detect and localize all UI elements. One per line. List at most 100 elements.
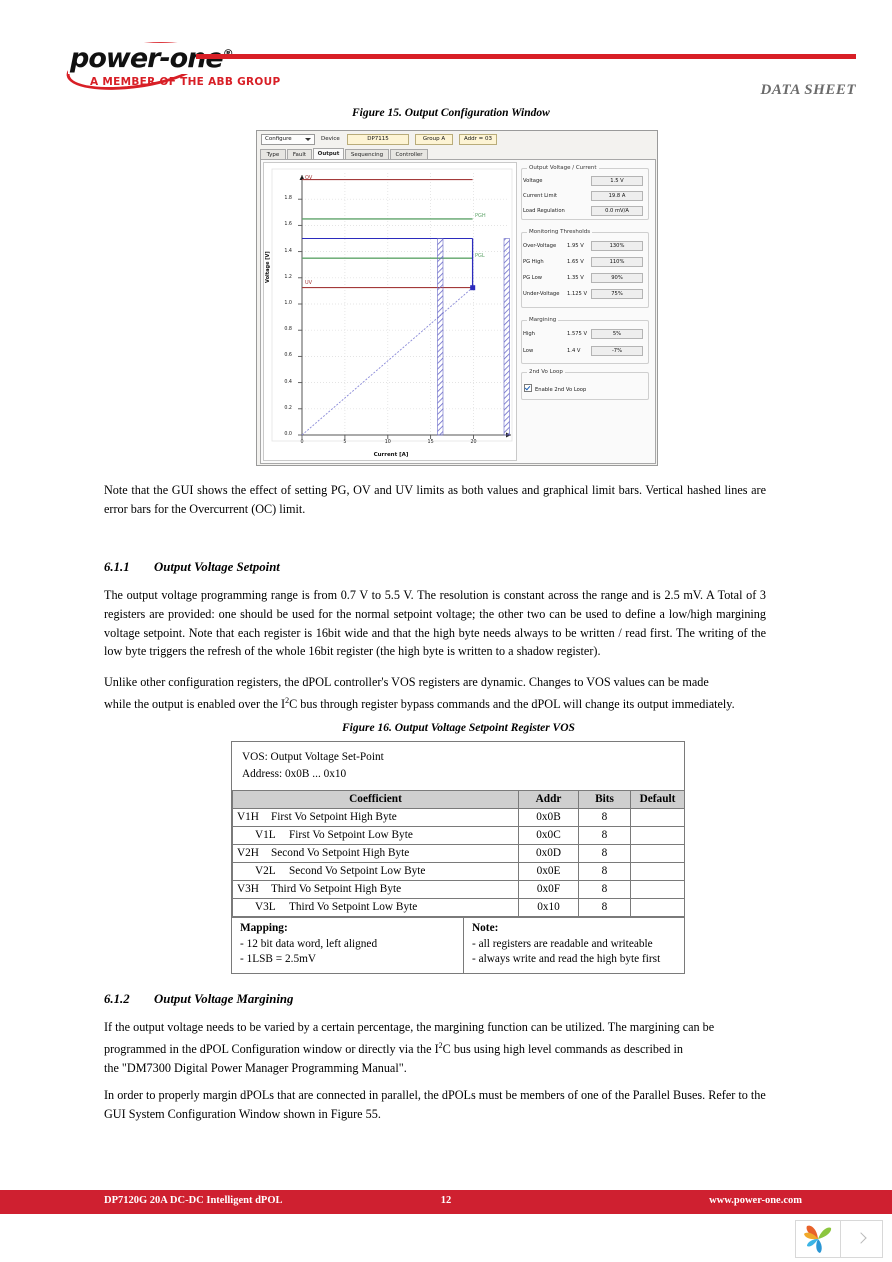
y-axis-label: Voltage [V] [265, 251, 271, 283]
note-line-2: - always write and read the high byte fi… [472, 953, 661, 965]
device-value-field[interactable]: DP7115 [347, 134, 409, 145]
x-tick-10: 10 [384, 440, 391, 445]
row-desc-v3h: Third Vo Setpoint High Byte [271, 883, 402, 895]
configure-mode-select[interactable]: Configure [261, 134, 315, 145]
footer-website-link[interactable]: www.power-one.com [709, 1195, 802, 1206]
row-bits-v3l: 8 [578, 898, 631, 917]
row-code-v3l: V3L [255, 901, 276, 913]
note-title: Note: [472, 922, 499, 934]
note-line-1: - all registers are readable and writeab… [472, 937, 653, 950]
gui-output-tab-panel: 0.0 0.2 0.4 0.6 0.8 1.0 1.2 1.4 1.6 1.8 … [260, 159, 656, 464]
group-title-monitoring-thresholds: Monitoring Thresholds [527, 229, 593, 235]
corner-badge[interactable] [795, 1220, 883, 1258]
header-divider-rule [196, 54, 856, 59]
section-heading-611: 6.1.1 Output Voltage Setpoint [104, 560, 280, 575]
row-addr-v1h: 0x0B [518, 808, 579, 827]
row-code-v2l: V2L [255, 865, 276, 877]
register-table-title: VOS: Output Voltage Set-Point [242, 751, 384, 763]
row-code-v2h: V2H [237, 847, 259, 859]
configure-mode-value: Configure [265, 136, 292, 142]
output-configuration-window: Configure Device DP7115 Group A Addr = 0… [256, 130, 658, 466]
label-pg-low: PG Low [523, 275, 543, 281]
y-tick-6: 1.2 [284, 274, 292, 280]
label-margin-high: High [523, 331, 535, 337]
paragraph-611-b: Unlike other configuration registers, th… [104, 673, 766, 714]
address-value-field[interactable]: Addr = 03 [459, 134, 497, 145]
register-table-header: VOS: Output Voltage Set-Point Address: 0… [232, 742, 684, 790]
x-axis-label: Current [A] [373, 452, 409, 458]
row-voltage: Voltage 1.5 V [523, 176, 643, 187]
row-pg-high: PG High 1.65 V 110% [523, 257, 643, 268]
volts-under-voltage: 1.125 V [567, 291, 588, 297]
row-addr-v2h: 0x0D [518, 844, 579, 863]
value-load-regulation[interactable]: 0.0 mV/A [591, 206, 643, 216]
paragraph-611-b-line1: Unlike other configuration registers, th… [104, 675, 709, 689]
mapping-title: Mapping: [240, 922, 288, 934]
label-margin-low: Low [523, 348, 534, 354]
group-title-second-vo-loop: 2nd Vo Loop [527, 369, 565, 375]
section-number-611: 6.1.1 [104, 560, 130, 574]
label-over-voltage: Over-Voltage [523, 243, 557, 249]
row-addr-v2l: 0x0E [518, 862, 579, 881]
row-bits-v1h: 8 [578, 808, 631, 827]
pinwheel-svg [804, 1225, 832, 1253]
label-current-limit: Current Limit [523, 193, 557, 199]
annotation-uv: UV [305, 280, 313, 286]
row-addr-v3h: 0x0F [518, 880, 579, 899]
value-over-voltage[interactable]: 130% [591, 241, 643, 251]
row-code-v1h: V1H [237, 811, 259, 823]
value-pg-high[interactable]: 110% [591, 257, 643, 267]
x-tick-0: 0 [300, 440, 304, 445]
paragraph-611-b-line2a: while the output is enabled over the I [104, 696, 286, 711]
table-row: V1H First Vo Setpoint High Byte 0x0B 8 [232, 808, 685, 827]
device-label: Device [321, 136, 340, 142]
y-tick-8: 1.6 [284, 222, 292, 228]
x-tick-15: 15 [427, 440, 434, 445]
paragraph-611-a: The output voltage programming range is … [104, 588, 766, 659]
value-voltage[interactable]: 1.5 V [591, 176, 643, 186]
row-addr-v1l: 0x0C [518, 826, 579, 845]
value-margin-high[interactable]: 5% [591, 329, 643, 339]
x-tick-5: 5 [343, 440, 347, 445]
row-code-v1l: V1L [255, 829, 276, 841]
next-page-arrow-button[interactable] [841, 1221, 882, 1257]
value-margin-low[interactable]: -7% [591, 346, 643, 356]
volts-margin-high: 1.575 V [567, 331, 588, 337]
paragraph-612-a: If the output voltage needs to be varied… [104, 1018, 766, 1077]
col-default: Default [630, 790, 685, 809]
section-number-612: 6.1.2 [104, 992, 130, 1006]
chevron-down-icon [305, 138, 311, 141]
y-tick-2: 0.4 [284, 379, 292, 385]
label-under-voltage: Under-Voltage [523, 291, 560, 297]
value-pg-low[interactable]: 90% [591, 273, 643, 283]
y-tick-7: 1.4 [284, 248, 292, 254]
volts-over-voltage: 1.95 V [567, 243, 584, 249]
mapping-line-2: - 1LSB = 2.5mV [240, 953, 317, 965]
gui-toolbar: Configure Device DP7115 Group A Addr = 0… [259, 133, 657, 147]
register-table-address: Address: 0x0B ... 0x10 [242, 767, 347, 780]
row-margin-high: High 1.575 V 5% [523, 329, 643, 340]
paragraph-612-a-line2a: programmed in the dPOL Configuration win… [104, 1041, 439, 1056]
paragraph-612-b: In order to properly margin dPOLs that a… [104, 1088, 766, 1121]
value-current-limit[interactable]: 19.8 A [591, 191, 643, 201]
checkbox-checked-icon [524, 384, 532, 392]
figure15-caption: Figure 15. Output Configuration Window [352, 107, 550, 119]
row-default-v3h [630, 880, 685, 899]
enable-second-vo-loop-checkbox[interactable]: Enable 2nd Vo Loop [524, 384, 586, 394]
y-tick-0: 0.0 [284, 432, 292, 437]
page-header: power-one® A MEMBER OF THE ABB GROUP DAT… [0, 0, 892, 100]
table-row: V2L Second Vo Setpoint Low Byte 0x0E 8 [232, 862, 685, 881]
paragraph-612-a-line1: If the output voltage needs to be varied… [104, 1020, 715, 1034]
paragraph-611-b-line2b: C bus through register bypass commands a… [289, 696, 735, 711]
y-tick-4: 0.8 [284, 327, 292, 333]
annotation-ov: OV [305, 175, 313, 181]
col-addr: Addr [518, 790, 579, 809]
note-cell: Note: - all registers are readable and w… [464, 918, 684, 973]
logo-tagline: A MEMBER OF THE ABB GROUP [90, 76, 281, 88]
row-load-regulation: Load Regulation 0.0 mV/A [523, 206, 643, 217]
page-footer: DP7120G 20A DC-DC Intelligent dPOL 12 ww… [0, 1190, 892, 1214]
table-header-row: Coefficient Addr Bits Default [232, 790, 685, 809]
value-under-voltage[interactable]: 75% [591, 289, 643, 299]
group-value-field[interactable]: Group A [415, 134, 453, 145]
row-bits-v2l: 8 [578, 862, 631, 881]
